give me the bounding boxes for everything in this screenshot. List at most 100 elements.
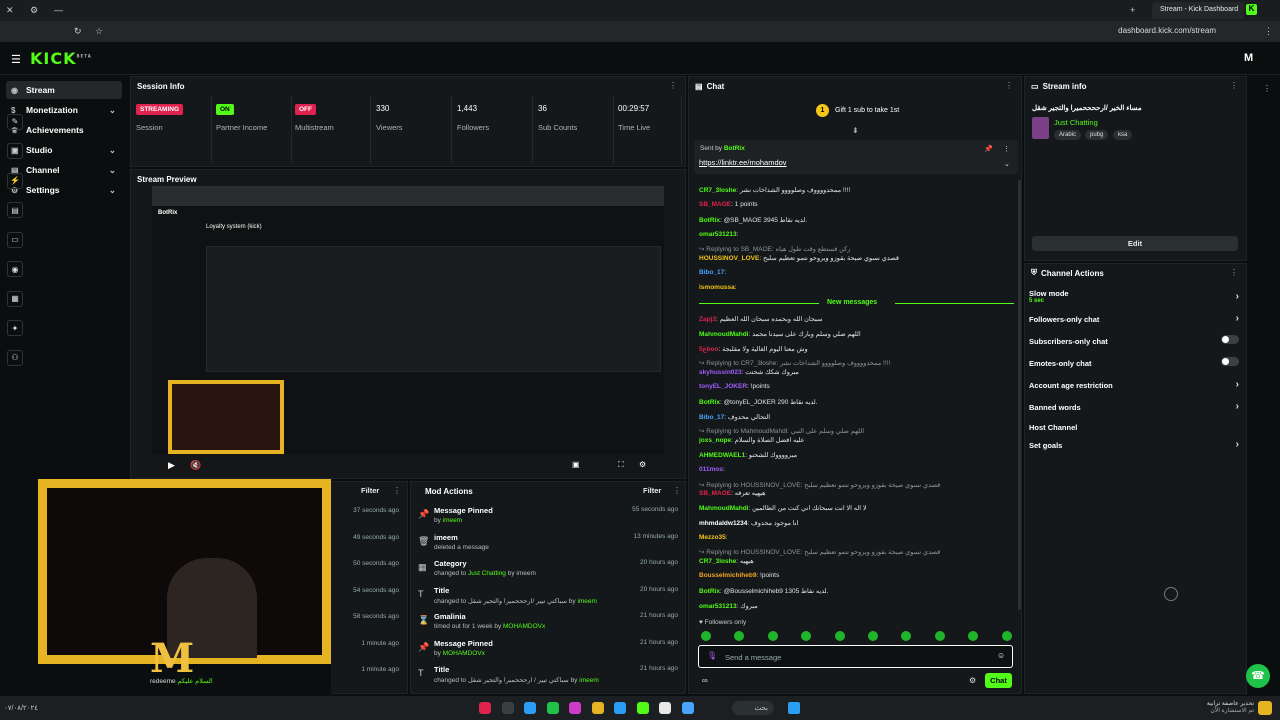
reply-context[interactable]: ↪ Replying to HOUSSINOV_LOVE: قصدي نسوي … [699,548,1014,556]
gift-banner-text[interactable]: Gift 1 sub to take 1st [835,107,899,114]
edit-icon[interactable]: ✎ [7,113,23,130]
address-bar[interactable] [0,21,1280,42]
channel-action-banned-words[interactable]: Banned words › [1029,401,1241,412]
edit-stream-info-button[interactable]: Edit [1032,236,1238,251]
chevron-down-icon[interactable]: ⌄ [109,165,116,176]
reply-context[interactable]: ↪ Replying to CR7_3loshe: ممحدووووف وصلو… [699,359,1014,367]
reply-context[interactable]: ↪ Replying to MahmoudMahdi: اللهم صلي وس… [699,427,1014,435]
lightning-icon[interactable]: ⚡ [7,172,23,189]
chevron-right-icon[interactable]: › [1236,439,1239,450]
channel-action-subscribers-only-chat[interactable]: Subscribers-only chat [1029,335,1241,346]
mod-action-row[interactable]: T Title changed to سباكتي تيير / ارحححميرا… [410,665,686,691]
more-icon[interactable]: ⋮ [669,81,677,90]
chat-username[interactable]: Bibo_17 [699,414,724,421]
taskbar-search[interactable]: بحث [732,701,774,715]
more-icon[interactable]: ⋮ [1230,81,1238,90]
chat-username[interactable]: AHMEDWAEL1 [699,452,745,459]
chat-message[interactable]: BotRix: @tonyEL_JOKER لديه نقاط 290. [699,398,1014,406]
mod-action-row[interactable]: ⌛ Gmalinia timed out for 1 week by MOHAMDO… [410,612,686,638]
emoji-icon[interactable]: ☺ [997,651,1005,660]
chat-username[interactable]: MahmoudMahdi [699,505,748,512]
chat-username[interactable]: Zapj3 [699,316,716,323]
chat-username[interactable]: MahmoudMahdi [699,331,748,338]
windows-start-icon[interactable] [788,702,800,714]
chevron-down-icon[interactable]: ⌄ [109,105,116,116]
pinned-link[interactable]: https://linktr.ee/mohamdov [699,158,787,167]
chat-username[interactable]: BotRix [699,399,720,406]
channel-action-followers-only-chat[interactable]: Followers-only chat › [1029,313,1241,324]
chevron-right-icon[interactable]: › [1236,313,1239,324]
toggle-switch[interactable] [1221,357,1239,366]
stream-video[interactable]: BotRix Loyalty system (kick) ▶ 🔇 ▣ ⛶ ⚙ [152,186,664,476]
reply-context[interactable]: ↪ Replying to HOUSSINOV_LOVE: قصدي نسوي … [699,481,1014,489]
active-browser-tab[interactable]: Stream - Kick Dashboard [1152,2,1244,19]
channel-action-emotes-only-chat[interactable]: Emotes-only chat [1029,357,1241,368]
sidebar-item-settings[interactable]: ⚙ Settings ⌄ [6,181,122,199]
activity-filter-button[interactable]: Filter [361,486,379,495]
mod-action-row[interactable]: T Title changed to سباكتي تيير /ارحححميرا … [410,586,686,612]
chevron-right-icon[interactable]: › [1236,291,1239,302]
chat-username[interactable]: Bibo_17 [699,269,724,276]
chat-message[interactable]: CR7_3loshe: هيهيه [699,557,1014,565]
users-icon[interactable]: ⚇ [7,349,23,366]
more-icon[interactable]: ⋮ [393,486,401,495]
mod-action-row[interactable]: 🗑 imeem deleted a message 13 minutes ago [410,533,686,559]
weather-notice[interactable]: تحذير عاصفة ترابية تم الاستشارة الآن [1188,700,1254,714]
chat-message[interactable]: tonyEL_JOKER: !points [699,383,1014,390]
chevron-down-icon[interactable]: ⌄ [109,145,116,156]
target-icon[interactable]: ⌖ [7,143,23,159]
sidebar-item-studio[interactable]: ▣ Studio ⌄ [6,141,122,159]
minimize-icon[interactable]: — [54,5,63,15]
emote-icon[interactable] [701,631,711,641]
chat-message[interactable]: HOUSSINOV_LOVE: قصدي نسوي صيحة بقوزو وير… [699,254,1014,262]
taskbar-app-icon[interactable] [524,702,536,714]
taskbar-app-icon[interactable] [614,702,626,714]
kick-logo[interactable]: KICKBETA [30,49,92,68]
chat-username[interactable]: ع5boo [699,346,718,353]
reply-context[interactable]: ↪ Replying to SB_MAOE: ركن فستطع وقت طول… [699,245,1014,253]
taskbar-app-icon[interactable] [591,702,604,714]
chat-scrollbar[interactable] [1018,180,1021,610]
chat-username[interactable]: ismomussa [699,284,735,291]
more-icon[interactable]: ⋮ [673,486,681,495]
taskbar-app-icon[interactable] [681,702,694,714]
chat-message[interactable]: Zapj3: سبحان الله وبحمده سبحان الله العظ… [699,315,1014,323]
chat-username[interactable]: omar531213 [699,231,737,238]
chevron-right-icon[interactable]: › [1236,379,1239,390]
emote-icon[interactable] [834,631,845,641]
toggle-switch[interactable] [1221,335,1239,344]
settings-icon[interactable]: ⚙ [30,5,38,16]
mod-filter-button[interactable]: Filter [643,486,661,495]
page-icon[interactable]: ▤ [7,202,23,218]
chat-username[interactable]: skyhussin023 [699,369,742,376]
pinned-user[interactable]: BotRix [724,145,745,152]
category-name[interactable]: Just Chatting [1054,118,1098,127]
channel-action-slow-mode[interactable]: Slow mode 5 sec › [1029,289,1241,304]
chat-username[interactable]: SB_MAOE [699,201,731,208]
chat-username[interactable]: omar531213 [699,603,737,610]
mod-action-row[interactable]: ▦ Category changed to Just Chatting by ime… [410,559,686,585]
chat-username[interactable]: mhmdaldw1234 [699,520,747,527]
chat-message[interactable]: BotRix: @Bousselmichiheb9 لديه نقاط 1305… [699,587,1014,595]
emote-icon[interactable] [868,631,878,641]
chat-message[interactable]: Bousselmichiheb9: !points [699,572,1014,579]
help-chat-icon[interactable]: ☎ [1246,664,1270,688]
hamburger-menu-icon[interactable]: ☰ [11,53,21,66]
chat-message[interactable]: SB_MAOE: هيهيه تعرفه [699,489,1014,497]
gear-icon[interactable]: ⚙ [639,460,646,469]
chat-message[interactable]: mhmdaldw1234: انا موجود محدوف [699,519,1014,527]
chevron-right-icon[interactable]: › [1236,401,1239,412]
chat-username[interactable]: CR7_3loshe [699,558,736,565]
points-icon[interactable]: ∞ [702,676,708,685]
chat-username[interactable]: CR7_3loshe [699,187,736,194]
chevron-down-icon[interactable]: ⌄ [109,185,116,196]
chat-username[interactable]: HOUSSINOV_LOVE [699,255,759,262]
profile-avatar-icon[interactable]: M [1244,52,1253,64]
chat-message[interactable]: BotRix: @SB_MAOE لديه نقاط 3945. [699,216,1014,224]
taskbar-app-icon[interactable] [479,702,491,714]
pip-icon[interactable]: ▣ [572,460,580,469]
chat-username[interactable]: SB_MAOE [699,490,731,497]
more-icon[interactable]: ⋮ [1003,145,1010,153]
chat-message[interactable]: AHMEDWAEL1: مبرووووك للشحنو [699,451,1014,459]
stream-tag[interactable]: ksa [1113,130,1133,140]
